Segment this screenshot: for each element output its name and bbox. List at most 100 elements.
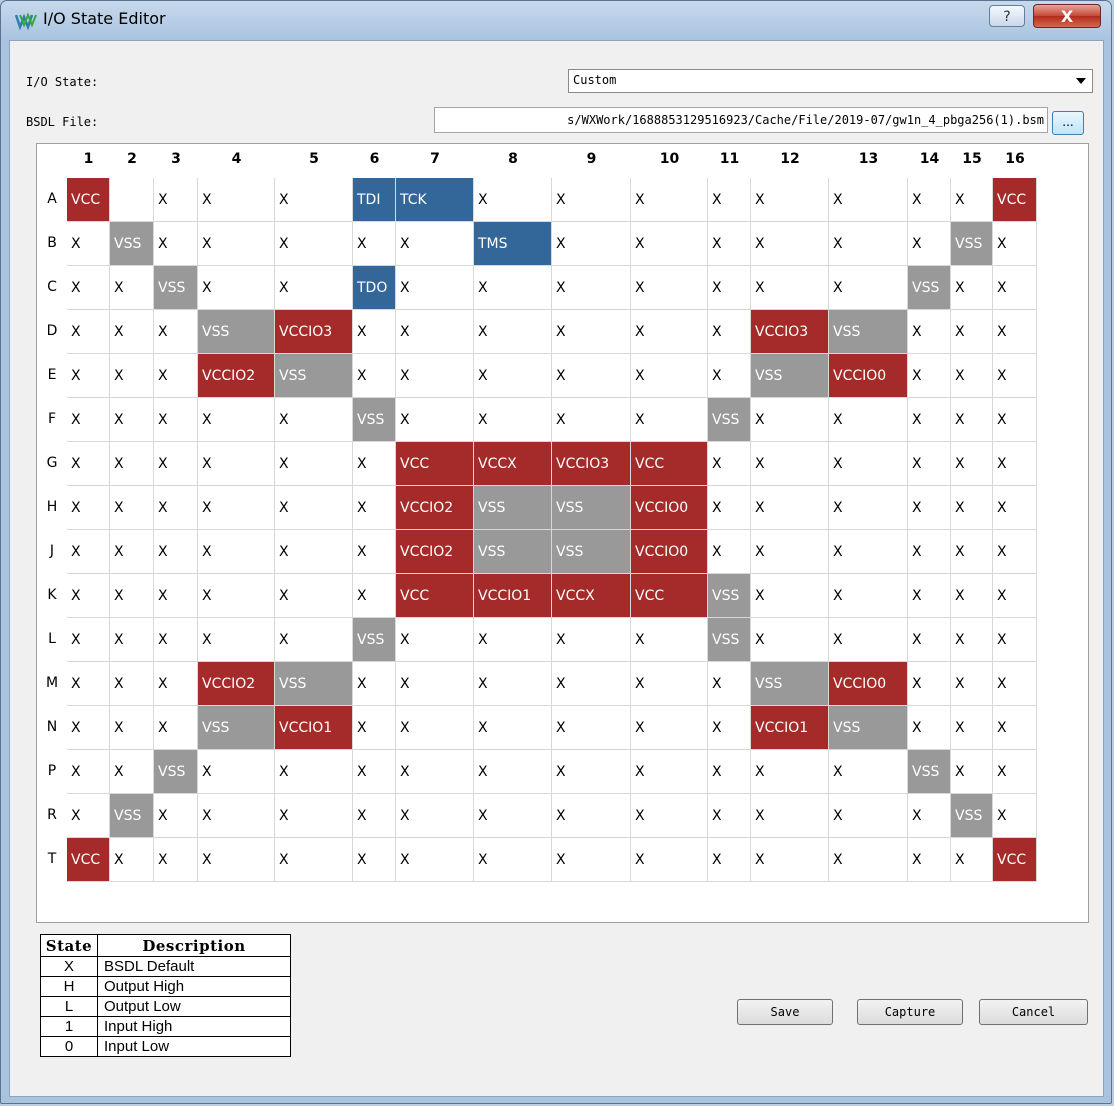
pin-cell[interactable]: VSS [708, 574, 751, 618]
pin-cell[interactable]: X [275, 750, 353, 794]
pin-cell[interactable]: X [708, 178, 751, 222]
pin-cell[interactable]: VSS [353, 398, 396, 442]
pin-cell[interactable]: X [552, 398, 631, 442]
pin-cell[interactable]: X [951, 530, 993, 574]
pin-cell[interactable]: X [829, 442, 908, 486]
pin-cell[interactable]: VCCIO3 [552, 442, 631, 486]
pin-cell[interactable]: X [993, 530, 1037, 574]
pin-cell[interactable]: X [474, 706, 552, 750]
pin-cell[interactable]: VCCIO2 [198, 662, 275, 706]
pin-cell[interactable] [110, 178, 154, 222]
save-button[interactable]: Save [737, 999, 833, 1025]
pin-cell[interactable]: VCCIO2 [396, 486, 474, 530]
pin-cell[interactable]: X [353, 530, 396, 574]
pin-cell[interactable]: X [198, 486, 275, 530]
pin-cell[interactable]: VSS [275, 354, 353, 398]
bsdl-file-path-input[interactable]: s/WXWork/1688853129516923/Cache/File/201… [434, 107, 1048, 133]
pin-cell[interactable]: X [993, 706, 1037, 750]
pin-cell[interactable]: X [751, 838, 829, 882]
pin-cell[interactable]: VCCX [474, 442, 552, 486]
pin-cell[interactable]: X [110, 706, 154, 750]
pin-cell[interactable]: X [631, 750, 708, 794]
pin-cell[interactable]: X [631, 222, 708, 266]
pin-cell[interactable]: X [353, 838, 396, 882]
pin-cell[interactable]: X [908, 442, 951, 486]
pin-cell[interactable]: X [396, 266, 474, 310]
pin-cell[interactable]: X [67, 398, 110, 442]
pin-cell[interactable]: X [67, 486, 110, 530]
pin-cell[interactable]: X [552, 794, 631, 838]
pin-cell[interactable]: X [829, 618, 908, 662]
pin-cell[interactable]: VSS [829, 310, 908, 354]
pin-cell[interactable]: X [110, 618, 154, 662]
pin-cell[interactable]: X [198, 574, 275, 618]
pin-cell[interactable]: X [154, 310, 198, 354]
pin-cell[interactable]: X [951, 486, 993, 530]
pin-cell[interactable]: X [154, 530, 198, 574]
pin-cell[interactable]: X [631, 618, 708, 662]
pin-cell[interactable]: X [951, 354, 993, 398]
pin-cell[interactable]: VCCIO0 [631, 486, 708, 530]
pin-cell[interactable]: TDI [353, 178, 396, 222]
pin-cell[interactable]: X [67, 266, 110, 310]
pin-cell[interactable]: X [751, 442, 829, 486]
pin-cell[interactable]: X [993, 222, 1037, 266]
pin-cell[interactable]: X [67, 222, 110, 266]
pin-cell[interactable]: X [993, 618, 1037, 662]
title-bar[interactable]: I/O State Editor ? X [1, 1, 1111, 41]
pin-cell[interactable]: X [552, 662, 631, 706]
pin-cell[interactable]: X [951, 706, 993, 750]
pin-cell[interactable]: X [67, 442, 110, 486]
close-button[interactable]: X [1033, 4, 1101, 28]
pin-cell[interactable]: X [198, 442, 275, 486]
pin-cell[interactable]: X [353, 486, 396, 530]
pin-cell[interactable]: VSS [198, 706, 275, 750]
pin-cell[interactable]: X [154, 618, 198, 662]
pin-cell[interactable]: X [198, 794, 275, 838]
pin-cell[interactable]: X [353, 662, 396, 706]
pin-cell[interactable]: X [908, 354, 951, 398]
pin-cell[interactable]: X [198, 838, 275, 882]
pin-cell[interactable]: X [396, 618, 474, 662]
pin-cell[interactable]: X [198, 266, 275, 310]
pin-cell[interactable]: VCC [396, 442, 474, 486]
pin-cell[interactable]: X [110, 750, 154, 794]
pin-cell[interactable]: X [993, 794, 1037, 838]
pin-cell[interactable]: VCC [67, 838, 110, 882]
pin-cell[interactable]: X [275, 486, 353, 530]
pin-cell[interactable]: X [951, 266, 993, 310]
pin-cell[interactable]: VCCIO0 [829, 354, 908, 398]
capture-button[interactable]: Capture [857, 999, 963, 1025]
help-button[interactable]: ? [989, 5, 1025, 27]
pin-cell[interactable]: X [474, 178, 552, 222]
pin-cell[interactable]: X [993, 750, 1037, 794]
pin-cell[interactable]: X [708, 662, 751, 706]
pin-cell[interactable]: X [993, 310, 1037, 354]
pin-cell[interactable]: X [751, 794, 829, 838]
pin-cell[interactable]: VSS [353, 618, 396, 662]
pin-cell[interactable]: X [275, 618, 353, 662]
pin-cell[interactable]: X [110, 662, 154, 706]
pin-cell[interactable]: X [708, 310, 751, 354]
pin-cell[interactable]: X [631, 838, 708, 882]
pin-cell[interactable]: VSS [708, 618, 751, 662]
pin-cell[interactable]: X [908, 178, 951, 222]
pin-cell[interactable]: X [396, 838, 474, 882]
pin-cell[interactable]: X [396, 750, 474, 794]
pin-cell[interactable]: VSS [110, 222, 154, 266]
pin-cell[interactable]: X [275, 178, 353, 222]
pin-cell[interactable]: X [275, 398, 353, 442]
pin-cell[interactable]: X [829, 266, 908, 310]
pin-cell[interactable]: X [154, 354, 198, 398]
pin-cell[interactable]: X [474, 618, 552, 662]
io-state-select[interactable]: Custom [568, 69, 1093, 93]
pin-cell[interactable]: VCCIO1 [751, 706, 829, 750]
pin-cell[interactable]: X [110, 310, 154, 354]
pin-cell[interactable]: X [993, 266, 1037, 310]
pin-cell[interactable]: X [829, 794, 908, 838]
pin-cell[interactable]: X [198, 530, 275, 574]
pin-cell[interactable]: X [708, 530, 751, 574]
pin-cell[interactable]: VSS [552, 530, 631, 574]
pin-cell[interactable]: VSS [474, 530, 552, 574]
pin-cell[interactable]: X [631, 662, 708, 706]
